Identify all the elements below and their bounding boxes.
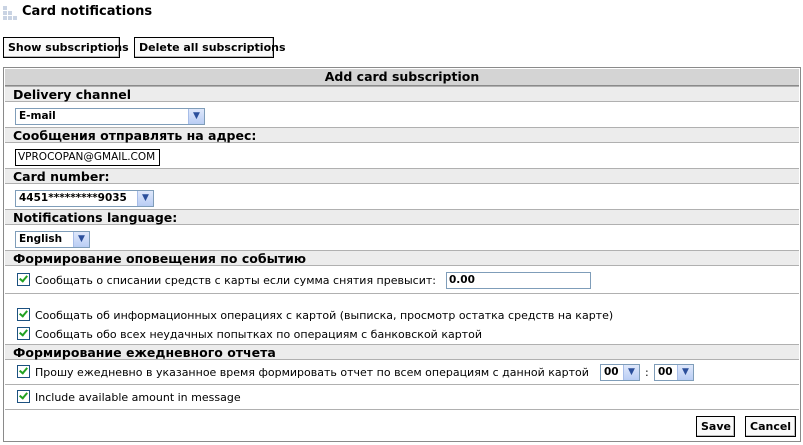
chevron-down-icon: ▼	[137, 191, 153, 206]
report-minute-select[interactable]: 00 ▼	[654, 364, 694, 381]
save-button[interactable]: Save	[696, 416, 735, 437]
report-minute-value: 00	[658, 366, 673, 378]
report-hour-value: 00	[604, 366, 619, 378]
fail-notify-row: Сообщать обо всех неудачных попытках по …	[17, 327, 482, 342]
panel-title: Add card subscription	[5, 69, 799, 86]
include-amount-checkbox[interactable]	[17, 390, 30, 403]
time-separator: :	[645, 366, 649, 379]
threshold-amount-input[interactable]: 0.00	[446, 272, 591, 289]
include-amount-label: Include available amount in message	[35, 391, 241, 404]
events-section-label: Формирование оповещения по событию	[5, 250, 799, 266]
daily-report-row: Прошу ежедневно в указанное время формир…	[17, 365, 589, 380]
page-title: Card notifications	[22, 4, 153, 19]
delivery-channel-select[interactable]: E-mail ▼	[15, 108, 205, 125]
card-number-select[interactable]: 4451*********9035 ▼	[15, 190, 154, 207]
chevron-down-icon: ▼	[188, 109, 204, 124]
chevron-down-icon: ▼	[73, 232, 89, 247]
cancel-button[interactable]: Cancel	[745, 416, 796, 437]
language-value: English	[19, 233, 63, 245]
chevron-down-icon: ▼	[623, 365, 639, 380]
show-subscriptions-button[interactable]: Show subscriptions	[3, 37, 129, 58]
daily-report-checkbox[interactable]	[17, 365, 30, 378]
delivery-channel-value: E-mail	[19, 110, 56, 122]
report-hour-select[interactable]: 00 ▼	[600, 364, 640, 381]
info-notify-checkbox[interactable]	[17, 308, 30, 321]
language-select[interactable]: English ▼	[15, 231, 90, 248]
daily-report-label: Прошу ежедневно в указанное время формир…	[35, 366, 589, 379]
delete-all-subscriptions-button[interactable]: Delete all subscriptions	[134, 37, 286, 58]
fail-notify-checkbox[interactable]	[17, 327, 30, 340]
grid-logo-icon	[3, 4, 19, 20]
include-amount-row: Include available amount in message	[17, 390, 241, 405]
daily-report-section-label: Формирование ежедневного отчета	[5, 344, 799, 360]
email-address-input[interactable]: VPROCOPAN@GMAIL.COM	[15, 149, 160, 166]
card-number-value: 4451*********9035	[19, 192, 127, 204]
debit-notify-row: Сообщать о списании средств с карты если…	[17, 273, 436, 288]
page-header: Card notifications	[0, 0, 803, 30]
debit-notify-checkbox[interactable]	[17, 273, 30, 286]
address-label: Сообщения отправлять на адрес:	[5, 127, 799, 143]
add-subscription-panel: Add card subscription Delivery channel E…	[3, 67, 801, 442]
fail-notify-label: Сообщать обо всех неудачных попытках по …	[35, 328, 482, 341]
language-label: Notifications language:	[5, 209, 799, 225]
chevron-down-icon: ▼	[677, 365, 693, 380]
delivery-channel-label: Delivery channel	[5, 86, 799, 102]
card-number-label: Card number:	[5, 168, 799, 184]
info-notify-row: Сообщать об информационных операциях с к…	[17, 308, 613, 323]
info-notify-label: Сообщать об информационных операциях с к…	[35, 309, 614, 322]
debit-notify-label: Сообщать о списании средств с карты если…	[35, 274, 436, 287]
